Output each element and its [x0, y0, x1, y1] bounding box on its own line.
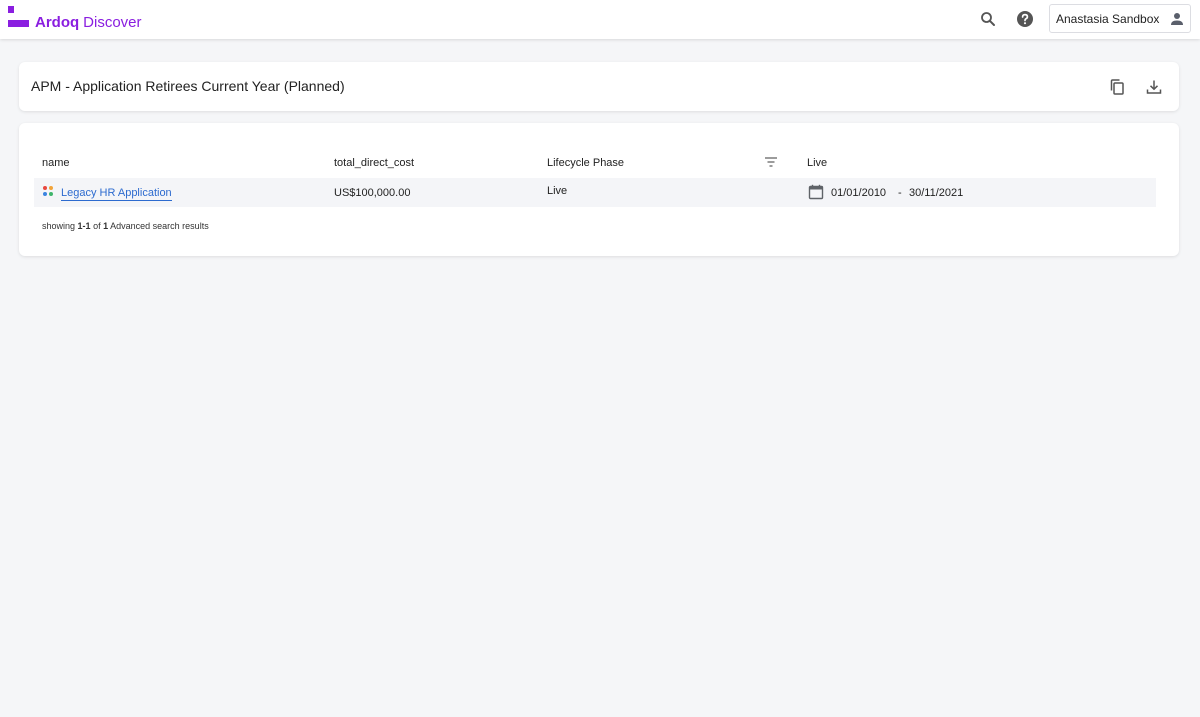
results-range: 1-1	[77, 221, 91, 231]
application-name-link[interactable]: Legacy HR Application	[61, 187, 172, 201]
page-title: APM - Application Retirees Current Year …	[31, 78, 345, 94]
live-end-date: 30/11/2021	[909, 187, 964, 199]
results-prefix: showing	[42, 221, 76, 231]
column-header-live[interactable]: Live	[807, 157, 827, 170]
filter-icon[interactable]	[764, 155, 778, 169]
application-icon	[43, 186, 54, 197]
person-icon	[1169, 11, 1185, 27]
column-header-name[interactable]: name	[42, 157, 70, 170]
user-menu-button[interactable]: Anastasia Sandbox	[1049, 4, 1191, 33]
copy-icon[interactable]	[1108, 78, 1126, 96]
ardoq-logo[interactable]	[8, 6, 30, 28]
column-header-total-direct-cost[interactable]: total_direct_cost	[334, 157, 414, 170]
calendar-icon	[808, 184, 824, 200]
report-header-card: APM - Application Retirees Current Year …	[19, 62, 1179, 111]
lifecycle-phase-value: Live	[547, 185, 568, 197]
column-header-lifecycle-phase[interactable]: Lifecycle Phase	[547, 157, 624, 170]
download-icon[interactable]	[1145, 78, 1163, 96]
brand-product: Discover	[83, 14, 142, 31]
live-start-date: 01/01/2010	[831, 187, 887, 199]
table-row[interactable]: Legacy HR Application US$100,000.00 Live…	[34, 178, 1156, 207]
live-date-separator: -	[898, 187, 902, 199]
help-icon[interactable]	[1015, 9, 1035, 29]
user-name: Anastasia Sandbox	[1056, 12, 1160, 26]
results-count: showing 1-1 of 1 Advanced search results	[42, 221, 209, 232]
total-direct-cost-value: US$100,000.00	[334, 187, 411, 199]
brand-name: Ardoq	[35, 14, 80, 31]
brand-title[interactable]: Ardoq Discover	[35, 14, 142, 32]
results-of: of	[93, 221, 101, 231]
results-total: 1	[103, 221, 109, 231]
search-icon[interactable]	[978, 9, 998, 29]
top-bar: Ardoq Discover Anastasia Sandbox	[0, 0, 1200, 39]
results-table-card: name total_direct_cost Lifecycle Phase L…	[19, 123, 1179, 256]
results-suffix: Advanced search results	[110, 221, 209, 231]
